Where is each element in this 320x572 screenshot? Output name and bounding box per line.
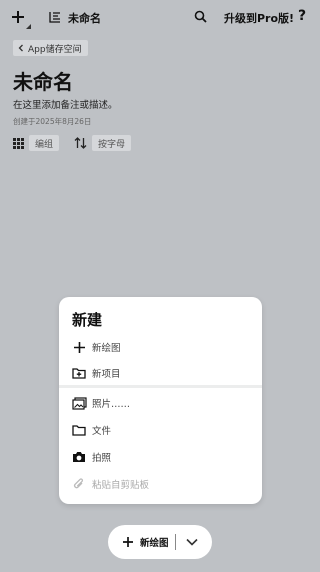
plus-icon (12, 11, 24, 23)
paperclip-icon (73, 478, 84, 489)
group-label: 编组 (35, 139, 54, 150)
menu-item-label: 文件 (92, 426, 112, 437)
folder-plus-icon (72, 368, 86, 379)
back-breadcrumb[interactable]: App储存空间 (13, 40, 88, 56)
fab-label: 新绘图 (140, 538, 169, 549)
chevron-down-icon[interactable] (185, 536, 199, 548)
document-list-icon[interactable] (48, 10, 62, 24)
search-icon[interactable] (194, 10, 207, 23)
sort-label: 按字母 (98, 139, 126, 150)
plus-icon (73, 341, 85, 353)
add-button[interactable] (10, 8, 32, 30)
back-label: App储存空间 (28, 44, 82, 55)
grid-icon[interactable] (13, 138, 24, 149)
folder-icon (72, 425, 86, 436)
menu-item-label: 拍照 (92, 453, 112, 464)
menu-item-new-drawing[interactable]: 新绘图 (71, 337, 251, 357)
fab-divider (175, 534, 176, 550)
menu-title: 新建 (72, 311, 103, 329)
menu-item-label: 粘贴自剪贴板 (92, 480, 150, 491)
menu-item-label: 新绘图 (92, 343, 121, 354)
menu-item-take-photo[interactable]: 拍照 (71, 447, 251, 467)
corner-triangle-icon (26, 24, 31, 29)
menu-item-label: 新项目 (92, 369, 121, 380)
sort-icon[interactable] (74, 137, 87, 149)
upgrade-link[interactable]: 升级到Pro版! (224, 10, 294, 26)
created-date: 创建于2025年8月26日 (13, 117, 92, 126)
menu-item-label: 照片…… (92, 399, 131, 410)
new-drawing-button[interactable]: 新绘图 (108, 525, 169, 559)
page-description[interactable]: 在这里添加备注或描述。 (13, 97, 118, 111)
help-button[interactable]: ? (298, 8, 306, 24)
sort-button[interactable]: 按字母 (92, 135, 132, 151)
group-button[interactable]: 编组 (29, 135, 60, 151)
top-bar: 未命名 升级到Pro版! ? (0, 0, 320, 36)
photos-icon (71, 396, 87, 410)
menu-item-paste-clipboard: 粘贴自剪贴板 (71, 474, 251, 494)
document-title[interactable]: 未命名 (68, 10, 101, 26)
menu-item-new-project[interactable]: 新项目 (71, 363, 251, 383)
chevron-left-icon (18, 44, 23, 52)
menu-item-files[interactable]: 文件 (71, 420, 251, 440)
new-drawing-fab: 新绘图 (108, 525, 212, 559)
new-menu: 新建 新绘图 新项目 照片…… 文件 拍照 粘贴自剪贴板 (59, 297, 262, 504)
camera-icon (73, 452, 85, 462)
plus-icon (123, 537, 133, 547)
page-title[interactable]: 未命名 (13, 66, 73, 95)
menu-divider (59, 385, 262, 388)
menu-item-photos[interactable]: 照片…… (71, 393, 251, 413)
